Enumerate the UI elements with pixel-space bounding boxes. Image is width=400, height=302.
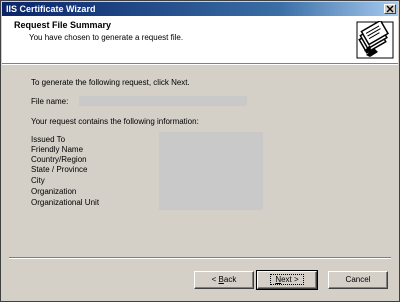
page-title: Request File Summary	[14, 20, 112, 30]
page-subtitle: You have chosen to generate a request fi…	[29, 33, 184, 42]
close-icon	[386, 5, 394, 13]
window-title: IIS Certificate Wizard	[6, 4, 96, 14]
field-organization: Organization	[31, 187, 77, 196]
field-friendly-name: Friendly Name	[31, 145, 84, 154]
file-name-label: File name:	[31, 97, 69, 106]
instruction-text: To generate the following request, click…	[31, 78, 190, 87]
field-state-province: State / Province	[31, 165, 88, 174]
back-button[interactable]: < Back	[194, 271, 254, 289]
field-issued-to: Issued To	[31, 135, 66, 144]
title-bar: IIS Certificate Wizard	[2, 2, 398, 16]
next-label: ext >	[281, 275, 299, 284]
info-intro-text: Your request contains the following info…	[31, 117, 199, 126]
next-focus: Next >	[270, 274, 304, 285]
header-separator	[2, 64, 398, 65]
close-button[interactable]	[384, 4, 396, 14]
footer-separator-highlight	[9, 258, 391, 259]
field-country-region: Country/Region	[31, 155, 87, 164]
certificate-icon	[356, 21, 394, 59]
field-organizational-unit: Organizational Unit	[31, 198, 100, 207]
cancel-button[interactable]: Cancel	[328, 271, 388, 289]
wizard-header: Request File Summary You have chosen to …	[2, 16, 398, 64]
file-name-value	[79, 96, 247, 106]
next-button[interactable]: Next >	[256, 270, 318, 290]
back-label: ack	[223, 275, 237, 284]
back-prefix: <	[211, 275, 219, 284]
field-values-block	[159, 132, 263, 210]
wizard-window: IIS Certificate Wizard Request File Summ…	[0, 0, 400, 302]
field-city: City	[31, 176, 45, 185]
